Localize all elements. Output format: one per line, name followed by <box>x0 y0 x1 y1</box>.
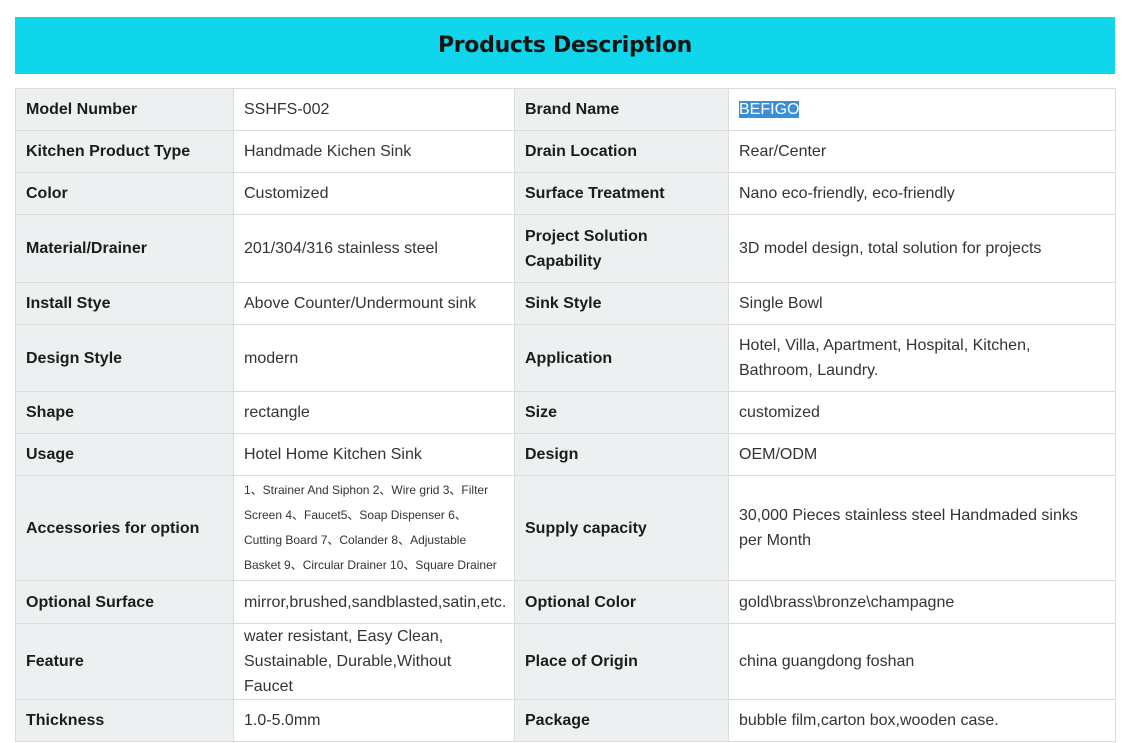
spec-label: Optional Color <box>514 580 729 624</box>
table-row: Material/Drainer 201/304/316 stainless s… <box>15 214 1116 283</box>
spec-label: Install Stye <box>15 282 234 325</box>
spec-label: Model Number <box>15 88 234 131</box>
table-row: Install Stye Above Counter/Undermount si… <box>15 282 1116 325</box>
spec-label: Drain Location <box>514 130 729 173</box>
table-row: Shape rectangle Size customized <box>15 391 1116 434</box>
spec-label: Surface Treatment <box>514 172 729 215</box>
spec-value: 201/304/316 stainless steel <box>233 214 515 283</box>
spec-value: OEM/ODM <box>728 433 1116 476</box>
spec-value: china guangdong foshan <box>728 623 1116 700</box>
spec-label: Application <box>514 324 729 392</box>
spec-value: Rear/Center <box>728 130 1116 173</box>
table-row: Accessories for option 1、Strainer And Si… <box>15 475 1116 581</box>
spec-value: gold\brass\bronze\champagne <box>728 580 1116 624</box>
spec-value: water resistant, Easy Clean, Sustainable… <box>233 623 515 700</box>
spec-value: 1.0-5.0mm <box>233 699 515 742</box>
table-row: Thickness 1.0-5.0mm Package bubble film,… <box>15 699 1116 742</box>
table-row: Usage Hotel Home Kitchen Sink Design OEM… <box>15 433 1116 476</box>
spec-value: Single Bowl <box>728 282 1116 325</box>
table-row: Design Style modern Application Hotel, V… <box>15 324 1116 392</box>
spec-value: Hotel Home Kitchen Sink <box>233 433 515 476</box>
spec-label: Material/Drainer <box>15 214 234 283</box>
spec-label: Feature <box>15 623 234 700</box>
spec-label: Brand Name <box>514 88 729 131</box>
spec-value: customized <box>728 391 1116 434</box>
table-row: Optional Surface mirror,brushed,sandblas… <box>15 580 1116 624</box>
spec-value: SSHFS-002 <box>233 88 515 131</box>
spec-label: Thickness <box>15 699 234 742</box>
spec-value: rectangle <box>233 391 515 434</box>
table-row: Feature water resistant, Easy Clean, Sus… <box>15 623 1116 700</box>
spec-value: Hotel, Villa, Apartment, Hospital, Kitch… <box>728 324 1116 392</box>
spec-label: Accessories for option <box>15 475 234 581</box>
spec-value: modern <box>233 324 515 392</box>
spec-value: bubble film,carton box,wooden case. <box>728 699 1116 742</box>
spec-value: Above Counter/Undermount sink <box>233 282 515 325</box>
spec-label: Supply capacity <box>514 475 729 581</box>
title-banner: Products Descriptlon <box>15 17 1115 74</box>
spec-label: Kitchen Product Type <box>15 130 234 173</box>
spec-value: 30,000 Pieces stainless steel Handmaded … <box>728 475 1116 581</box>
spec-label: Optional Surface <box>15 580 234 624</box>
spec-label: Package <box>514 699 729 742</box>
spec-label: Place of Origin <box>514 623 729 700</box>
spec-label: Shape <box>15 391 234 434</box>
spec-value: 3D model design, total solution for proj… <box>728 214 1116 283</box>
spec-label: Size <box>514 391 729 434</box>
spec-label: Sink Style <box>514 282 729 325</box>
spec-label: Usage <box>15 433 234 476</box>
spec-value: Nano eco-friendly, eco-friendly <box>728 172 1116 215</box>
selected-text[interactable]: BEFIGO <box>739 101 800 118</box>
spec-table: Model Number SSHFS-002 Brand Name BEFIGO… <box>15 88 1116 742</box>
table-row: Color Customized Surface Treatment Nano … <box>15 172 1116 215</box>
spec-value: Customized <box>233 172 515 215</box>
spec-label: Design <box>514 433 729 476</box>
page-title: Products Descriptlon <box>437 33 693 58</box>
table-row: Model Number SSHFS-002 Brand Name BEFIGO <box>15 88 1116 131</box>
spec-label: Project Solution Capability <box>514 214 729 283</box>
spec-value-cell: BEFIGO <box>728 88 1116 131</box>
table-row: Kitchen Product Type Handmade Kichen Sin… <box>15 130 1116 173</box>
spec-label: Color <box>15 172 234 215</box>
spec-label: Design Style <box>15 324 234 392</box>
spec-value: 1、Strainer And Siphon 2、Wire grid 3、Filt… <box>233 475 515 581</box>
spec-value: Handmade Kichen Sink <box>233 130 515 173</box>
spec-value: mirror,brushed,sandblasted,satin,etc. <box>233 580 515 624</box>
